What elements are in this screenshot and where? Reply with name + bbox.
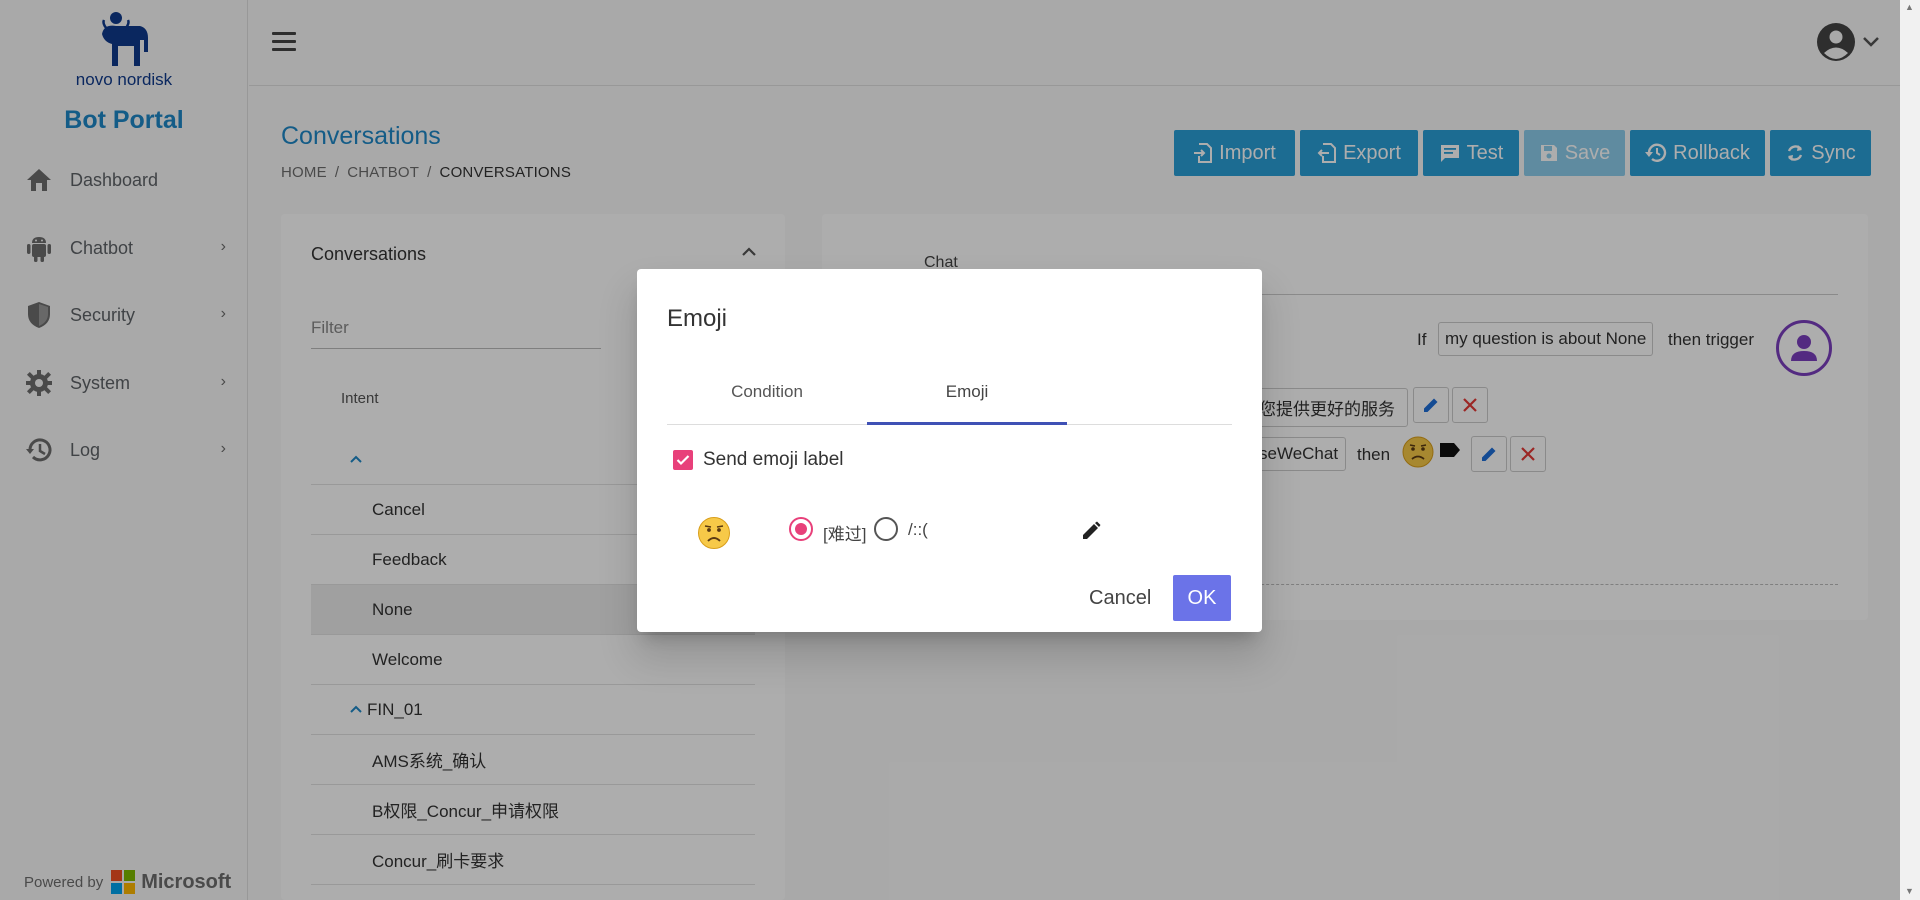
cancel-button[interactable]: Cancel — [1089, 587, 1151, 610]
scroll-up-icon[interactable]: ▲ — [1905, 2, 1914, 12]
emoji-option-radio-2[interactable] — [874, 517, 898, 541]
send-emoji-checkbox[interactable] — [673, 450, 693, 470]
tab-emoji[interactable]: Emoji — [867, 373, 1067, 425]
emoji-option-label-2[interactable]: /::( — [908, 520, 928, 540]
page-scrollbar[interactable]: ▲ ▼ — [1900, 0, 1920, 900]
edit-icon[interactable] — [1081, 521, 1101, 546]
sad-emoji-icon — [697, 516, 731, 555]
ok-button[interactable]: OK — [1173, 575, 1231, 621]
dialog-title: Emoji — [667, 305, 728, 332]
check-icon — [676, 455, 690, 466]
tab-condition[interactable]: Condition — [667, 373, 867, 425]
emoji-option-label-1[interactable]: [难过] — [823, 520, 866, 545]
dialog-tabs: Condition Emoji — [667, 373, 1232, 425]
emoji-option-radio-1[interactable] — [789, 517, 813, 541]
send-emoji-label[interactable]: Send emoji label — [703, 449, 843, 471]
emoji-dialog: Emoji Condition Emoji Send emoji label [… — [637, 269, 1262, 632]
scroll-down-icon[interactable]: ▼ — [1905, 886, 1914, 896]
